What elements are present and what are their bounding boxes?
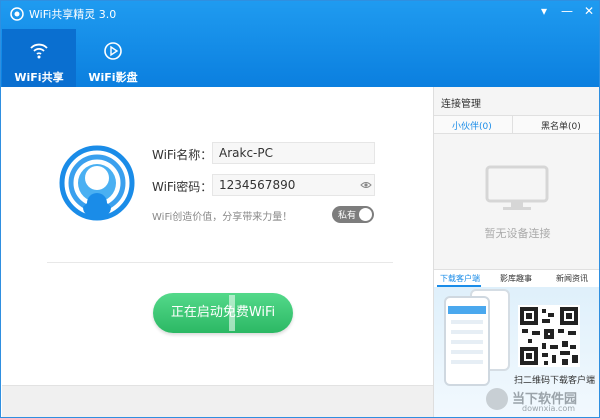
tab-blacklist[interactable]: 黑名单(0) <box>541 119 581 132</box>
close-button[interactable]: ✕ <box>578 1 599 23</box>
phone-row <box>451 350 483 354</box>
play-circle-icon <box>104 42 122 60</box>
privacy-toggle[interactable]: 私有 <box>332 206 374 223</box>
start-wifi-button-label: 正在启动免费WiFi <box>170 305 276 320</box>
main-panel: WiFi名称： Arakc-PC WiFi密码： 1234567890 WiFi… <box>2 87 433 385</box>
header-bar: WiFi共享精灵 3.0 ▾ — ✕ WiFi共享 WiFi影盘 <box>1 1 599 87</box>
phone-screen <box>448 306 486 374</box>
connection-tabs: 小伙伴(0) 黑名单(0) <box>434 115 599 134</box>
privacy-toggle-label: 私有 <box>338 211 357 221</box>
wifi-password-input[interactable]: 1234567890 <box>212 174 375 196</box>
phone-row <box>451 330 483 334</box>
divider <box>47 262 393 263</box>
monitor-icon <box>485 165 549 210</box>
watermark-logo-icon <box>486 388 508 410</box>
toggle-knob <box>359 208 372 221</box>
minimize-button[interactable]: — <box>556 1 578 23</box>
button-shine <box>229 295 235 331</box>
watermark-subtext: downxia.com <box>522 404 576 413</box>
start-wifi-button[interactable]: 正在启动免费WiFi <box>153 293 293 333</box>
wifi-icon <box>30 43 48 59</box>
app-logo-icon <box>10 7 24 21</box>
phone-row <box>451 320 483 324</box>
phone-row <box>451 360 483 364</box>
tab-wifi-share[interactable]: WiFi共享 <box>2 29 76 87</box>
app-window: WiFi共享精灵 3.0 ▾ — ✕ WiFi共享 WiFi影盘 WiFi名称：… <box>0 0 600 418</box>
phone-row <box>451 340 483 344</box>
phone-illustration <box>444 296 490 386</box>
empty-state-text: 暂无设备连接 <box>484 227 551 240</box>
tab-wifi-disk[interactable]: WiFi影盘 <box>76 29 150 87</box>
title-bar[interactable]: WiFi共享精灵 3.0 ▾ — ✕ <box>1 1 599 27</box>
wifi-password-label: WiFi密码： <box>152 180 213 194</box>
slogan-text: WiFi创造价值，分享带来力量！ <box>152 212 293 223</box>
qr-code-icon <box>518 305 580 367</box>
tab-friends-label: 小伙伴(0) <box>452 122 492 132</box>
connection-panel-title: 连接管理 <box>441 99 481 110</box>
scan-qr-text: 扫二维码下载客户端 <box>514 376 596 386</box>
tab-video-fun[interactable]: 影库趣事 <box>500 273 532 284</box>
tab-wifi-share-label: WiFi共享 <box>14 71 64 84</box>
wifi-hotspot-logo-icon <box>59 145 135 221</box>
wifi-name-input[interactable]: Arakc-PC <box>212 142 375 164</box>
connection-panel: 连接管理 小伙伴(0) 黑名单(0) 暂无设备连接 下载客户端 影库趣事 新闻资… <box>433 87 599 417</box>
app-title: WiFi共享精灵 3.0 <box>29 8 117 21</box>
tab-wifi-disk-label: WiFi影盘 <box>88 71 138 84</box>
info-tabs: 下载客户端 影库趣事 新闻资讯 <box>434 269 599 287</box>
status-bar <box>2 385 433 417</box>
tab-blacklist-label: 黑名单(0) <box>541 122 581 132</box>
show-password-icon[interactable] <box>360 181 372 189</box>
download-promo-panel: 扫二维码下载客户端 当下软件园 downxia.com <box>434 287 599 417</box>
tab-divider <box>512 116 513 134</box>
tab-download-client[interactable]: 下载客户端 <box>440 273 480 284</box>
tab-friends[interactable]: 小伙伴(0) <box>452 119 492 132</box>
tab-news[interactable]: 新闻资讯 <box>556 273 588 284</box>
wifi-name-label: WiFi名称： <box>152 148 213 162</box>
menu-dropdown-button[interactable]: ▾ <box>533 1 555 23</box>
